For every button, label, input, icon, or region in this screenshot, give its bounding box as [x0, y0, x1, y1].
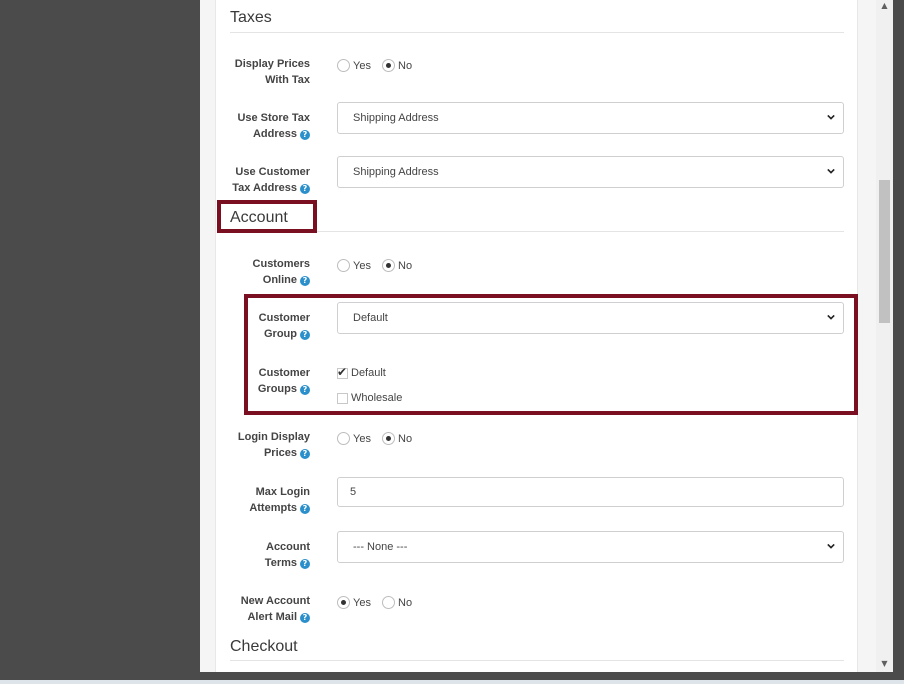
- label-customer-group: Customer Group?: [258, 312, 310, 340]
- label-display-prices-with-tax: Display Prices With Tax: [234, 58, 310, 86]
- login-display-prices-radio-group: Yes No: [337, 432, 420, 448]
- customers-online-no-option[interactable]: No: [382, 259, 412, 272]
- radio-button[interactable]: [337, 59, 350, 72]
- label-login-display-prices: Login Display Prices?: [237, 431, 310, 459]
- checkbox[interactable]: ✔: [337, 364, 348, 379]
- new-account-alert-mail-radio-group: Yes No: [337, 596, 420, 612]
- section-divider: [230, 32, 844, 33]
- use-customer-tax-address-select[interactable]: Shipping Address: [337, 156, 844, 188]
- question-circle-icon[interactable]: ?: [300, 385, 310, 395]
- section-divider: [317, 231, 844, 232]
- checkbox[interactable]: [337, 392, 348, 404]
- label-new-account-alert-mail: New Account Alert Mail?: [240, 595, 310, 623]
- chevron-down-icon: [827, 168, 835, 174]
- account-terms-select[interactable]: --- None ---: [337, 531, 844, 563]
- radio-button[interactable]: [337, 259, 350, 272]
- question-circle-icon[interactable]: ?: [300, 130, 310, 140]
- radio-button[interactable]: [382, 259, 396, 272]
- chevron-down-icon: [827, 314, 835, 320]
- scrollbar-thumb[interactable]: [879, 180, 890, 323]
- question-circle-icon[interactable]: ?: [300, 449, 310, 459]
- login-display-prices-yes-option[interactable]: Yes: [337, 432, 371, 445]
- section-divider: [230, 660, 844, 661]
- vertical-scrollbar[interactable]: ▲ ▼: [876, 0, 893, 672]
- question-circle-icon[interactable]: ?: [300, 330, 310, 340]
- right-border: [893, 0, 904, 684]
- triangle-up-icon[interactable]: ▲: [876, 0, 893, 12]
- max-login-attempts-input[interactable]: 5: [337, 477, 844, 507]
- label-use-customer-tax-address: Use Customer Tax Address?: [232, 166, 310, 194]
- radio-button[interactable]: [382, 596, 396, 609]
- question-circle-icon[interactable]: ?: [300, 613, 310, 623]
- display-prices-with-tax-radio-group: Yes No: [337, 59, 420, 75]
- customers-online-radio-group: Yes No: [337, 259, 420, 275]
- customer-groups-option-default[interactable]: ✔ Default: [337, 364, 386, 379]
- radio-button[interactable]: [382, 432, 396, 445]
- section-title-checkout: Checkout: [230, 638, 298, 655]
- question-circle-icon[interactable]: ?: [300, 184, 310, 194]
- display-prices-with-tax-no-option[interactable]: No: [382, 59, 412, 72]
- left-dark-panel: [0, 0, 200, 684]
- question-circle-icon[interactable]: ?: [300, 504, 310, 514]
- label-max-login-attempts: Max Login Attempts?: [249, 486, 310, 514]
- customer-groups-option-wholesale[interactable]: Wholesale: [337, 392, 402, 404]
- login-display-prices-no-option[interactable]: No: [382, 432, 412, 445]
- chevron-down-icon: [827, 114, 835, 120]
- triangle-down-icon[interactable]: ▼: [876, 658, 893, 670]
- checkmark-icon: ✔: [337, 364, 348, 379]
- customers-online-yes-option[interactable]: Yes: [337, 259, 371, 272]
- question-circle-icon[interactable]: ?: [300, 559, 310, 569]
- radio-button[interactable]: [382, 59, 396, 72]
- section-title-taxes: Taxes: [230, 9, 272, 26]
- bottom-edge: [0, 680, 904, 684]
- label-use-store-tax-address: Use Store Tax Address?: [237, 112, 310, 140]
- question-circle-icon[interactable]: ?: [300, 276, 310, 286]
- label-customer-groups: Customer Groups?: [257, 367, 310, 395]
- chevron-down-icon: [827, 543, 835, 549]
- new-account-alert-mail-no-option[interactable]: No: [382, 596, 412, 609]
- use-store-tax-address-select[interactable]: Shipping Address: [337, 102, 844, 134]
- label-account-terms: Account Terms?: [264, 541, 310, 569]
- customer-group-select[interactable]: Default: [337, 302, 844, 334]
- section-title-account: Account: [230, 209, 288, 226]
- radio-button[interactable]: [337, 596, 350, 609]
- display-prices-with-tax-yes-option[interactable]: Yes: [337, 59, 371, 72]
- label-customers-online: Customers Online?: [252, 258, 310, 286]
- new-account-alert-mail-yes-option[interactable]: Yes: [337, 596, 371, 609]
- radio-button[interactable]: [337, 432, 350, 445]
